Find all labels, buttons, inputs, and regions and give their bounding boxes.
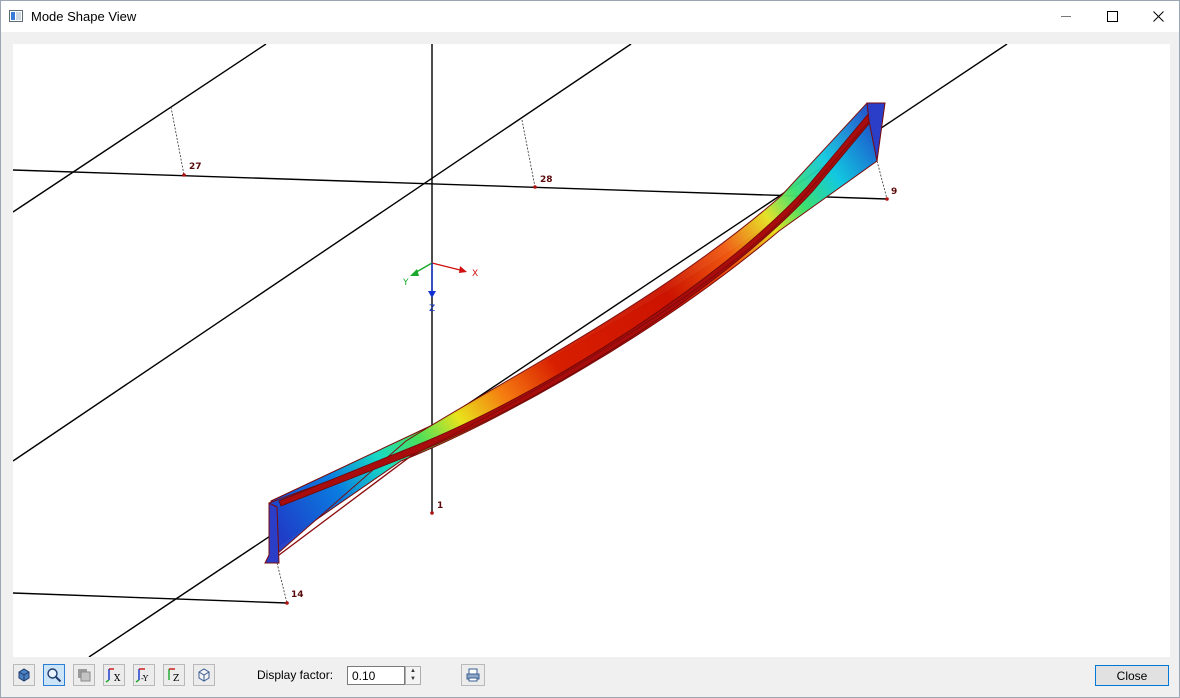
model-canvas[interactable]: X Y Z 27 28 9 1 14 [13,44,1170,657]
print-button[interactable] [461,664,485,686]
close-button[interactable]: Close [1095,665,1169,686]
x-axis-arrow [459,266,467,273]
display-factor-spinner[interactable]: ▲ ▼ [405,666,421,685]
node-1[interactable] [430,511,434,515]
app-icon [9,10,23,22]
beam-end-plate-left [264,502,280,564]
y-axis-label: Y [402,278,409,288]
spin-down-icon[interactable]: ▼ [406,675,420,683]
axis-triad: X Y Z [402,262,478,314]
svg-text:X: X [114,674,121,683]
rotate-view-button[interactable] [13,664,35,686]
display-factor-input[interactable] [347,666,405,685]
y-axis-arrow [410,269,419,276]
maximize-icon [1106,10,1118,22]
close-icon [1152,10,1164,22]
view-z-icon: Z [168,668,179,683]
view-x-button[interactable]: X [103,664,125,686]
node-14[interactable] [285,601,289,605]
beam-lower-flange [270,111,878,552]
view-iso-icon [198,668,210,682]
zoom-icon [47,668,62,683]
minimize-button[interactable] [1043,1,1089,31]
node-label-9: 9 [891,187,897,197]
node-9[interactable] [885,197,889,201]
spin-up-icon[interactable]: ▲ [406,667,420,675]
window-title: Mode Shape View [31,9,137,24]
title-bar: Mode Shape View [1,1,1179,32]
svg-text:-Y: -Y [141,674,149,683]
x-axis-line [431,262,465,272]
beam-edge-line [270,102,886,562]
svg-text:Z: Z [173,674,179,683]
close-window-button[interactable] [1135,1,1180,31]
maximize-button[interactable] [1089,1,1135,31]
node-label-1: 1 [437,501,443,511]
node-27[interactable] [182,173,186,177]
view-x-icon: X [105,668,121,683]
view-neg-y-button[interactable]: -Y [133,664,155,686]
rotate-view-icon [18,668,30,682]
z-axis-arrow [428,291,436,298]
printer-icon [466,668,480,682]
view-z-button[interactable]: Z [163,664,185,686]
minimize-icon [1061,15,1071,17]
x-axis-label: X [472,269,478,279]
node-label-27: 27 [189,162,202,172]
view-neg-y-icon: -Y [135,668,149,683]
beam-top-flange [278,112,874,507]
zoom-button[interactable] [43,664,65,686]
display-factor-label: Display factor: [257,668,334,682]
render-mode-button[interactable] [73,664,95,686]
node-label-14: 14 [291,590,304,600]
render-mode-icon [78,669,91,682]
node-label-28: 28 [540,175,553,185]
mode-shape-window: Mode Shape View X Y Z 27 28 9 1 14 X -Y … [0,0,1180,698]
node-28[interactable] [533,185,537,189]
view-iso-button[interactable] [193,664,215,686]
mode-shape-viewport[interactable]: X Y Z 27 28 9 1 14 [13,44,1170,657]
z-axis-label: Z [429,304,435,314]
